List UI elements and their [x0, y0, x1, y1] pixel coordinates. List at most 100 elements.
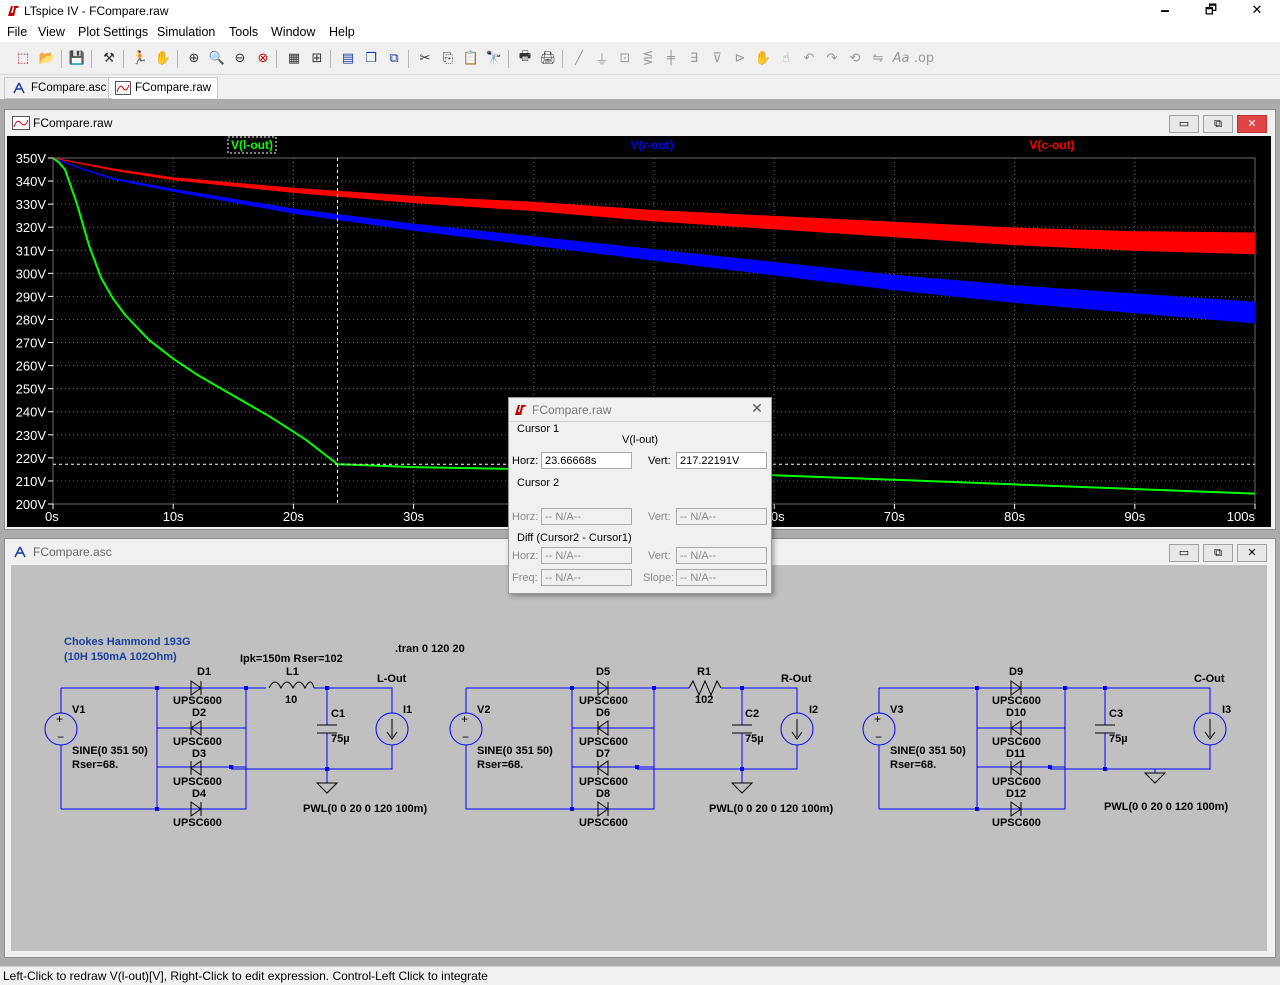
diode-label-d10[interactable]: D10 — [1006, 707, 1026, 719]
autorange-icon[interactable]: ▦ — [284, 48, 304, 68]
open-icon[interactable]: 📂 — [37, 48, 57, 68]
diode-label-d9[interactable]: D9 — [1009, 666, 1023, 678]
source-sine-v1[interactable]: SINE(0 351 50) — [72, 745, 148, 757]
diode-icon[interactable]: ⊽ — [707, 48, 727, 68]
diode-label-d3[interactable]: D3 — [192, 748, 206, 760]
diode-label-d5[interactable]: D5 — [596, 666, 610, 678]
drag-icon[interactable]: ☝ — [776, 48, 796, 68]
grid-icon[interactable]: ⊞ — [307, 48, 327, 68]
diode-label-d6[interactable]: D6 — [596, 707, 610, 719]
diode-model-d3[interactable]: UPSC600 — [173, 776, 222, 788]
minimize-button[interactable]: 🗕 — [1142, 0, 1188, 22]
component-icon[interactable]: ⊳ — [730, 48, 750, 68]
rotate-icon[interactable]: ⟲ — [845, 48, 865, 68]
resistor-label[interactable]: R1 — [697, 666, 711, 678]
schematic-canvas[interactable]: Chokes Hammond 193G (10H 150mA 102Ohm) .… — [11, 565, 1267, 951]
source-label-v2[interactable]: V2 — [477, 704, 490, 716]
cascade-icon[interactable]: ❐ — [361, 48, 381, 68]
trace-label-c-out[interactable]: V(c-out) — [1029, 138, 1074, 152]
slope-field[interactable]: -- N/A-- — [676, 569, 767, 586]
net-label-c-out[interactable]: C-Out — [1194, 673, 1225, 685]
diode-model-d11[interactable]: UPSC600 — [992, 776, 1041, 788]
text-icon[interactable]: Aa — [891, 48, 911, 68]
cap-label-c2[interactable]: C2 — [745, 708, 759, 720]
inductor-icon[interactable]: ∃ — [684, 48, 704, 68]
save-icon[interactable]: 💾 — [67, 48, 87, 68]
diode-model-d5[interactable]: UPSC600 — [579, 695, 628, 707]
diode-label-d7[interactable]: D7 — [596, 748, 610, 760]
diode-model-d2[interactable]: UPSC600 — [173, 736, 222, 748]
cap-label-c3[interactable]: C3 — [1109, 708, 1123, 720]
label-net-icon[interactable]: ⊡ — [615, 48, 635, 68]
source-label-v3[interactable]: V3 — [890, 704, 903, 716]
menu-simulation[interactable]: Simulation — [157, 25, 215, 39]
control-panel-icon[interactable]: ⚒ — [99, 48, 119, 68]
menu-plot-settings[interactable]: Plot Settings — [78, 25, 148, 39]
plot-minimize-button[interactable]: ▭ — [1169, 115, 1199, 133]
zoom-out-icon[interactable]: ⊖ — [230, 48, 250, 68]
tile-horizontal-icon[interactable]: ▤ — [338, 48, 358, 68]
cap-label-c1[interactable]: C1 — [331, 708, 345, 720]
source-sine-v3[interactable]: SINE(0 351 50) — [890, 745, 966, 757]
diode-label-d11[interactable]: D11 — [1006, 748, 1026, 760]
menu-view[interactable]: View — [38, 25, 65, 39]
find-icon[interactable]: 🔭 — [484, 48, 504, 68]
capacitor-c2[interactable] — [732, 724, 752, 734]
capacitor-c3[interactable] — [1095, 724, 1115, 734]
load-pwl-i1[interactable]: PWL(0 0 20 0 120 100m) — [303, 803, 427, 815]
tran-directive[interactable]: .tran 0 120 20 — [395, 643, 465, 655]
load-label-i2[interactable]: I2 — [809, 704, 818, 716]
plot-close-button[interactable]: ✕ — [1237, 115, 1267, 133]
tab-fcompare-asc[interactable]: FCompare.asc — [4, 77, 112, 99]
source-rser-v2[interactable]: Rser=68. — [477, 759, 523, 771]
capacitor-icon[interactable]: ╪ — [661, 48, 681, 68]
paste-icon[interactable]: 📋 — [461, 48, 481, 68]
trace-label-l-out[interactable]: V(l-out) — [231, 138, 273, 152]
trace-label-r-out[interactable]: V(r-out) — [630, 138, 673, 152]
menu-help[interactable]: Help — [329, 25, 355, 39]
diode-model-d6[interactable]: UPSC600 — [579, 736, 628, 748]
diode-label-d8[interactable]: D8 — [596, 788, 610, 800]
diode-model-d8[interactable]: UPSC600 — [579, 817, 628, 829]
plot-restore-button[interactable]: ⧉ — [1203, 115, 1233, 133]
cap-value-c2[interactable]: 75µ — [745, 733, 764, 745]
move-icon[interactable]: ✋ — [753, 48, 773, 68]
net-label-r-out[interactable]: R-Out — [781, 673, 812, 685]
new-schematic-icon[interactable]: ⬚ — [13, 48, 33, 68]
pan-icon[interactable]: 🔍 — [207, 48, 227, 68]
cap-value-c3[interactable]: 75µ — [1109, 733, 1128, 745]
print-preview-icon[interactable]: 🖶 — [515, 48, 535, 68]
diff-horz-field[interactable]: -- N/A-- — [541, 547, 632, 564]
source-rser-v1[interactable]: Rser=68. — [72, 759, 118, 771]
cap-value-c1[interactable]: 75µ — [331, 733, 350, 745]
load-label-i1[interactable]: I1 — [403, 704, 412, 716]
menu-file[interactable]: File — [7, 25, 27, 39]
undo-icon[interactable]: ↶ — [799, 48, 819, 68]
inductor-value[interactable]: 10 — [285, 694, 297, 706]
redo-icon[interactable]: ↷ — [822, 48, 842, 68]
source-sine-v2[interactable]: SINE(0 351 50) — [477, 745, 553, 757]
diode-label-d2[interactable]: D2 — [192, 707, 206, 719]
capacitor-c1[interactable] — [317, 724, 337, 734]
mirror-icon[interactable]: ⇋ — [868, 48, 888, 68]
diode-model-d7[interactable]: UPSC600 — [579, 776, 628, 788]
spice-directive-icon[interactable]: .op — [914, 48, 934, 68]
cursor2-vert-field[interactable]: -- N/A-- — [676, 508, 767, 525]
close-button[interactable]: ✕ — [1234, 0, 1280, 22]
net-label-l-out[interactable]: L-Out — [377, 673, 407, 685]
cursor-dialog-close-icon[interactable]: ✕ — [747, 399, 767, 419]
diff-vert-field[interactable]: -- N/A-- — [676, 547, 767, 564]
diode-model-d10[interactable]: UPSC600 — [992, 736, 1041, 748]
diode-label-d1[interactable]: D1 — [197, 666, 211, 678]
load-pwl-i2[interactable]: PWL(0 0 20 0 120 100m) — [709, 803, 833, 815]
chokes-comment[interactable]: Chokes Hammond 193G — [64, 636, 191, 648]
load-label-i3[interactable]: I3 — [1222, 704, 1231, 716]
diode-model-d1[interactable]: UPSC600 — [173, 695, 222, 707]
run-icon[interactable]: 🏃 — [130, 48, 150, 68]
source-label-v1[interactable]: V1 — [72, 704, 85, 716]
diode-label-d4[interactable]: D4 — [192, 788, 207, 800]
source-rser-v3[interactable]: Rser=68. — [890, 759, 936, 771]
resistor-value[interactable]: 102 — [695, 694, 713, 706]
diode-model-d9[interactable]: UPSC600 — [992, 695, 1041, 707]
cursor1-horz-field[interactable]: 23.66668s — [541, 452, 632, 469]
